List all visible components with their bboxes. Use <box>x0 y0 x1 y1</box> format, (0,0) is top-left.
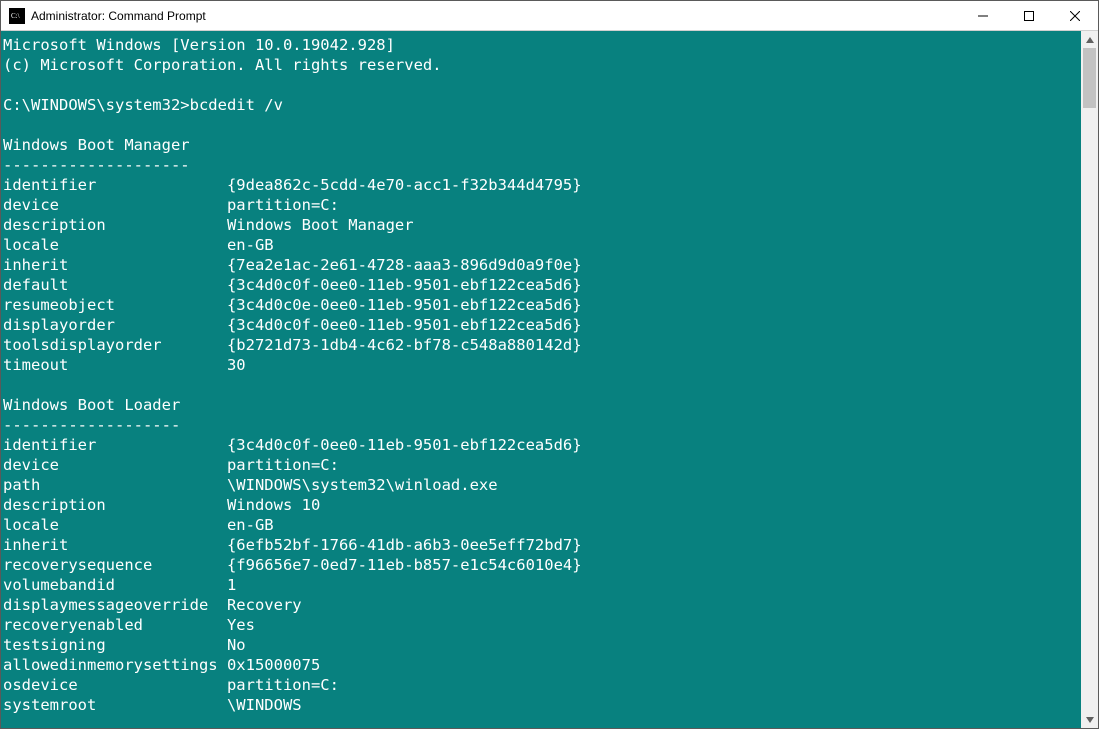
minimize-button[interactable] <box>960 1 1006 31</box>
cmd-icon: C:\ <box>9 8 25 24</box>
minimize-icon <box>978 11 988 21</box>
scroll-up-button[interactable] <box>1081 31 1098 48</box>
maximize-icon <box>1024 11 1034 21</box>
svg-text:C:\: C:\ <box>11 12 20 20</box>
close-button[interactable] <box>1052 1 1098 31</box>
vertical-scrollbar[interactable] <box>1081 31 1098 728</box>
chevron-up-icon <box>1086 36 1094 44</box>
client-area: Microsoft Windows [Version 10.0.19042.92… <box>1 31 1098 728</box>
chevron-down-icon <box>1086 716 1094 724</box>
scrollbar-thumb[interactable] <box>1083 48 1096 108</box>
scroll-down-button[interactable] <box>1081 711 1098 728</box>
console-output[interactable]: Microsoft Windows [Version 10.0.19042.92… <box>1 31 1081 728</box>
window-title: Administrator: Command Prompt <box>31 9 206 23</box>
maximize-button[interactable] <box>1006 1 1052 31</box>
scrollbar-track[interactable] <box>1081 48 1098 711</box>
close-icon <box>1070 11 1080 21</box>
window-frame: C:\ Administrator: Command Prompt Micros… <box>0 0 1099 729</box>
title-bar[interactable]: C:\ Administrator: Command Prompt <box>1 1 1098 31</box>
